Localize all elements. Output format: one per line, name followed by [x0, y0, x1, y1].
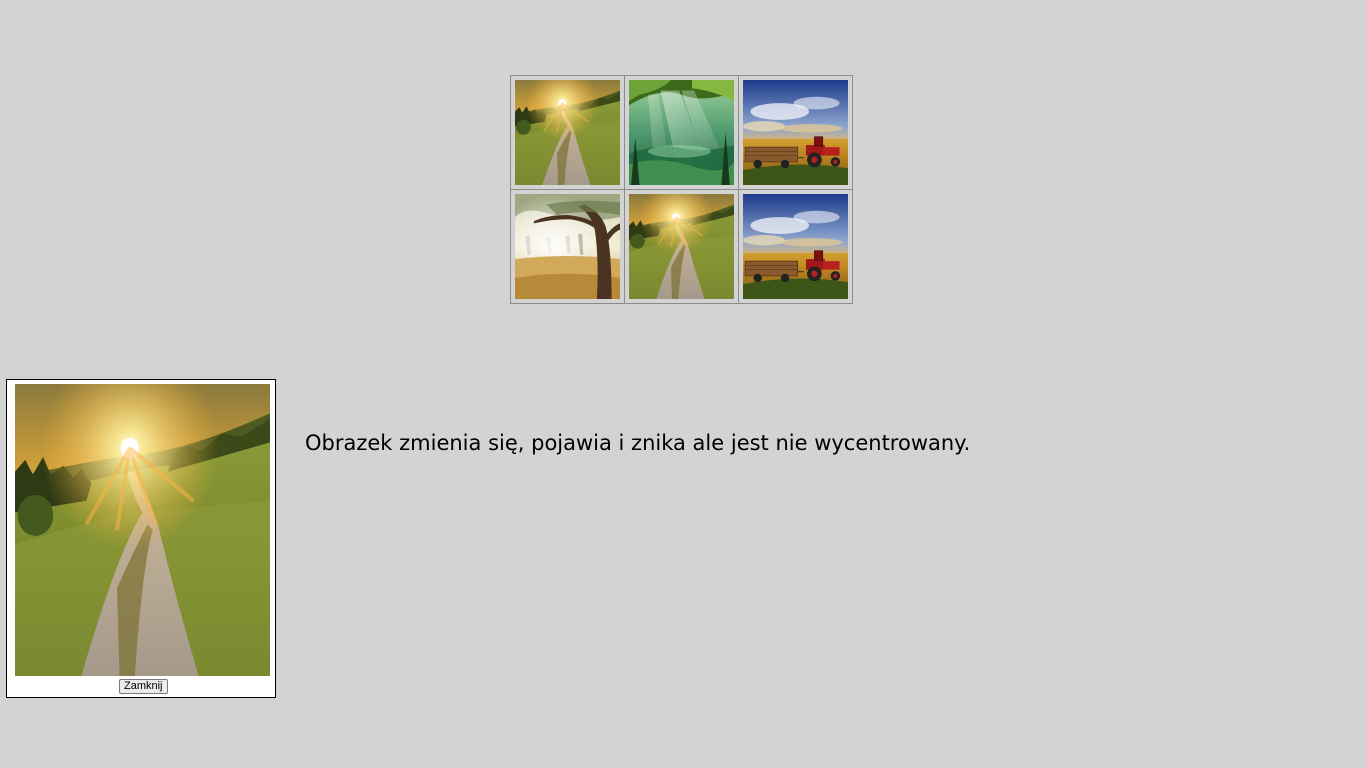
gallery-row — [510, 189, 853, 304]
red-tractor-field-photo[interactable] — [743, 80, 848, 185]
forest-sunbeams-photo[interactable] — [629, 80, 734, 185]
image-preview-popup: Zamknij — [6, 379, 276, 698]
close-button[interactable]: Zamknij — [119, 679, 168, 694]
gallery-cell[interactable] — [624, 75, 739, 190]
message-text: Obrazek zmienia się, pojawia i znika ale… — [305, 431, 971, 455]
gallery-cell[interactable] — [738, 75, 853, 190]
sunset-country-road-photo[interactable] — [515, 80, 620, 185]
red-tractor-field-photo[interactable] — [743, 194, 848, 299]
sunset-country-road-photo[interactable] — [629, 194, 734, 299]
gallery-cell[interactable] — [624, 189, 739, 304]
gallery-cell[interactable] — [510, 75, 625, 190]
thumbnail-gallery — [510, 75, 853, 304]
gallery-row — [510, 75, 853, 190]
gallery-cell[interactable] — [738, 189, 853, 304]
gallery-cell[interactable] — [510, 189, 625, 304]
misty-olive-grove-photo[interactable] — [515, 194, 620, 299]
sunset-country-road-photo — [15, 384, 270, 676]
